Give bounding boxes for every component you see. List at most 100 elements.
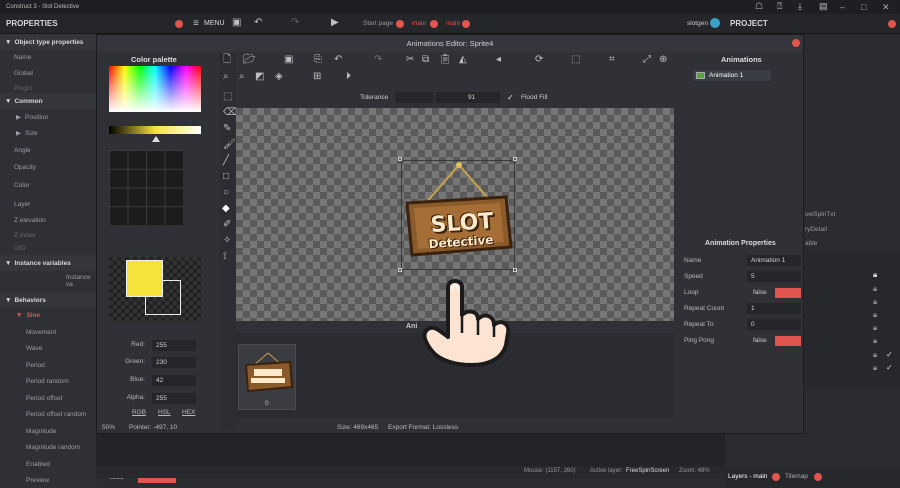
frame-thumbnail[interactable]: 0 — [238, 344, 296, 410]
resize-handle[interactable] — [398, 157, 402, 161]
alpha-input[interactable]: 255 — [152, 393, 196, 404]
paste-icon[interactable]: 📋︎ — [439, 55, 452, 65]
origin-icon[interactable]: ✧ — [223, 236, 231, 246]
checker-icon[interactable]: ◩ — [255, 72, 264, 82]
save-icon[interactable]: ▣ — [284, 55, 293, 65]
green-input[interactable]: 230 — [152, 357, 196, 368]
close-icon[interactable]: ✕ — [882, 2, 890, 12]
blue-input[interactable]: 42 — [152, 375, 196, 386]
close-panel-icon[interactable] — [175, 20, 183, 28]
ellipse-icon[interactable]: ○ — [223, 188, 229, 198]
check-icon[interactable]: ✓ — [886, 350, 893, 359]
select-rect-icon[interactable]: ⬚ — [223, 92, 232, 102]
grid-icon[interactable]: ⊞ — [313, 72, 321, 82]
save-icon[interactable]: ▣ — [232, 18, 241, 28]
prop-position[interactable]: ▶ Position — [0, 109, 97, 125]
eyedropper-icon[interactable]: ✐ — [223, 220, 231, 230]
tab-close-icon[interactable] — [462, 20, 470, 28]
copy-icon[interactable]: ⧉ — [422, 55, 429, 65]
pencil-icon[interactable]: ✎ — [223, 124, 231, 134]
resize-icon[interactable]: ⬚ — [571, 55, 580, 65]
maximize-icon[interactable]: □ — [861, 2, 866, 12]
resize-handle[interactable] — [398, 268, 402, 272]
export-icon[interactable]: ⤓ — [798, 1, 802, 11]
animation-name-input[interactable]: Animation 1 — [747, 255, 801, 266]
resize-handle[interactable] — [513, 268, 517, 272]
tab-tilemap[interactable]: Tilemap — [785, 473, 808, 480]
undo-icon[interactable]: ↶ — [254, 18, 262, 28]
rotate-icon[interactable]: ⟳ — [535, 55, 543, 65]
tab-start-page[interactable]: Start page — [363, 20, 393, 27]
speed-input[interactable]: 5 — [747, 271, 801, 282]
ping-pong-toggle[interactable] — [775, 336, 801, 346]
zoom-out-icon[interactable]: ⌕ — [239, 72, 245, 82]
primary-color-swatch[interactable] — [126, 260, 163, 297]
slider-handle-icon[interactable] — [152, 136, 160, 142]
play-icon[interactable]: ▶ — [331, 18, 339, 28]
project-item[interactable]: ryDetail — [805, 226, 827, 233]
dialog-close-icon[interactable] — [792, 39, 800, 47]
section-common[interactable]: ▼ Common — [0, 93, 97, 109]
cut-icon[interactable]: ✂ — [406, 55, 414, 65]
flip-vertical-icon[interactable]: ◂ — [496, 55, 501, 65]
help-icon[interactable]: ⍰ — [777, 1, 782, 11]
animation-list-item[interactable]: Animation 1 — [693, 70, 771, 81]
crop-icon[interactable]: ⌗ — [609, 55, 615, 65]
tab-main-2[interactable]: main — [446, 20, 460, 27]
new-icon[interactable]: 🗋︎ — [223, 55, 231, 65]
project-item[interactable]: owSpinTxt — [805, 211, 835, 218]
undo-icon[interactable]: ↶ — [334, 55, 342, 65]
user-name[interactable]: slotgen — [687, 20, 708, 27]
hue-picker[interactable] — [109, 66, 201, 112]
resize-handle[interactable] — [513, 157, 517, 161]
section-behaviors[interactable]: ▼ Behaviors — [0, 292, 97, 308]
lock-icon[interactable]: 🔒︎ — [873, 284, 877, 294]
tab-close-icon[interactable] — [772, 473, 780, 481]
tab-layers[interactable]: Layers - main — [728, 473, 767, 480]
close-panel-icon[interactable] — [888, 20, 896, 28]
check-icon[interactable]: ✓ — [886, 363, 893, 372]
zoom-icon[interactable]: ⌕ — [223, 72, 229, 82]
lock-icon[interactable]: 🔒︎ — [873, 323, 877, 333]
shade-slider[interactable] — [109, 126, 201, 134]
flood-fill-checkbox[interactable]: ✓ — [507, 93, 514, 102]
prop-size[interactable]: ▶ Size — [0, 125, 97, 141]
tolerance-input[interactable]: 91 — [436, 92, 500, 103]
redo-icon[interactable]: ↷ — [374, 55, 382, 65]
open-icon[interactable]: 📂︎ — [243, 55, 256, 65]
avatar[interactable] — [710, 18, 720, 28]
project-item[interactable]: able — [805, 240, 817, 247]
instance-variable-value[interactable]: Instance va — [0, 273, 97, 289]
red-input[interactable]: 255 — [152, 340, 196, 351]
hex-mode-link[interactable]: HEX — [182, 409, 195, 416]
tab-close-icon[interactable] — [396, 20, 404, 28]
layers-icon[interactable]: ◈ — [275, 72, 283, 82]
expand-icon[interactable]: ⤢ — [643, 55, 651, 65]
lock-icon[interactable]: 🔒︎ — [873, 363, 877, 373]
redo-icon[interactable]: ↷ — [291, 18, 299, 28]
tab-close-icon[interactable] — [814, 473, 822, 481]
brush-icon[interactable]: 🖌︎ — [223, 140, 236, 150]
tab-close-icon[interactable] — [430, 20, 438, 28]
lock-icon[interactable]: 🔒︎ — [873, 297, 877, 307]
repeat-count-input[interactable]: 1 — [747, 303, 801, 314]
minimize-icon[interactable]: – — [840, 2, 845, 12]
rectangle-icon[interactable]: □ — [223, 172, 229, 182]
lock-icon[interactable]: 🔒︎ — [873, 350, 877, 360]
tolerance-slider[interactable] — [395, 92, 433, 103]
swatch-grid[interactable] — [109, 150, 183, 225]
ping-pong-value[interactable]: false — [753, 337, 767, 344]
section-instance-variables[interactable]: ▼ Instance variables — [0, 255, 97, 271]
line-icon[interactable]: ╱ — [223, 156, 229, 166]
repeat-to-input[interactable]: 0 — [747, 319, 801, 330]
fill-bucket-icon[interactable]: ◆ — [222, 204, 230, 214]
copy-file-icon[interactable]: ⎘ — [314, 55, 322, 65]
tab-main-1[interactable]: main — [412, 20, 426, 27]
behavior-sine[interactable]: ▼ Sine — [0, 307, 97, 323]
lock-icon[interactable]: 🔒︎ — [873, 310, 877, 320]
play-animation-icon[interactable]: ⏵ — [346, 72, 351, 82]
loop-toggle[interactable] — [775, 288, 801, 298]
section-object-type[interactable]: ▼ Object type properties — [0, 34, 97, 50]
flip-horizontal-icon[interactable]: ◭ — [459, 55, 467, 65]
loop-value[interactable]: false — [753, 289, 767, 296]
